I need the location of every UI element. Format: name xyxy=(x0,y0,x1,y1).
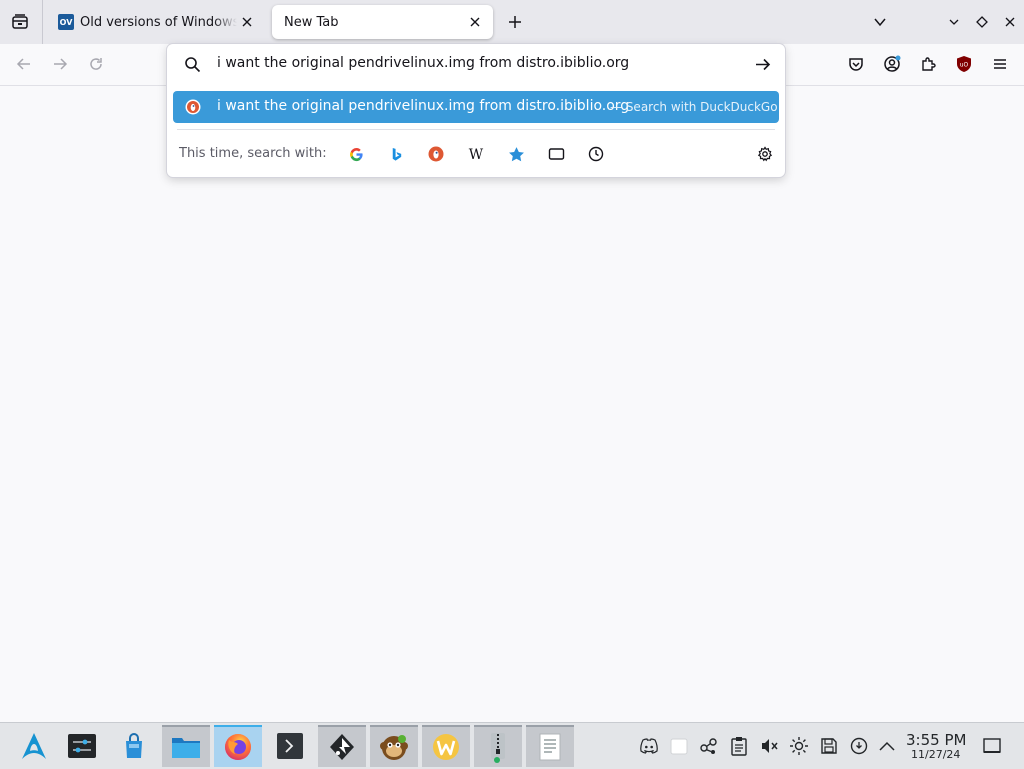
tray-clipboard[interactable] xyxy=(728,735,750,757)
taskbar-file-manager[interactable] xyxy=(162,725,210,767)
pocket-icon xyxy=(848,56,864,72)
plus-icon xyxy=(508,15,522,29)
taskbar-inkscape[interactable] xyxy=(318,725,366,767)
tray-expand-icon xyxy=(878,740,896,752)
maximize-diamond-icon xyxy=(976,16,988,28)
storage-icon xyxy=(820,737,838,755)
new-tab-button[interactable] xyxy=(500,6,530,38)
w-app-icon xyxy=(432,733,460,761)
taskbar-discover[interactable] xyxy=(110,725,158,767)
system-settings-icon xyxy=(67,733,97,759)
firefox-icon xyxy=(223,732,253,762)
tray-volume[interactable] xyxy=(758,735,780,757)
tab-strip: OV Old versions of Windows, Mac, Linux N… xyxy=(0,0,1024,44)
clipboard-icon xyxy=(730,736,748,756)
tab-title: New Tab xyxy=(284,14,339,30)
archive-manager-icon xyxy=(485,731,511,763)
minimize-button[interactable] xyxy=(940,6,968,38)
taskbar-w-app[interactable] xyxy=(422,725,470,767)
ublock-origin-button[interactable]: uO xyxy=(948,48,980,80)
close-tab-icon[interactable] xyxy=(237,12,257,32)
reload-icon xyxy=(88,56,104,72)
address-bar[interactable]: i want the original pendrivelinux.img fr… xyxy=(167,44,785,86)
taskbar-text-editor[interactable] xyxy=(526,725,574,767)
forward-arrow-icon xyxy=(52,56,68,72)
maximize-button[interactable] xyxy=(968,6,996,38)
svg-text:uO: uO xyxy=(960,62,969,69)
page-content xyxy=(0,86,1024,722)
taskbar-archive-manager[interactable] xyxy=(474,725,522,767)
tray-storage[interactable] xyxy=(818,735,840,757)
tray-network[interactable] xyxy=(698,735,720,757)
inkscape-icon xyxy=(327,732,357,762)
discover-store-icon xyxy=(120,732,148,760)
brightness-icon xyxy=(789,736,809,756)
volume-muted-icon xyxy=(759,736,779,756)
text-editor-icon xyxy=(538,733,562,761)
ov-favicon-icon: OV xyxy=(58,14,74,30)
file-manager-icon xyxy=(171,734,201,760)
pocket-button[interactable] xyxy=(840,48,872,80)
monkey-app-icon xyxy=(378,731,410,763)
taskbar xyxy=(0,722,1024,769)
tray-discord[interactable] xyxy=(638,735,660,757)
taskbar-firefox[interactable] xyxy=(214,725,262,767)
account-button[interactable] xyxy=(876,48,908,80)
menu-icon xyxy=(992,56,1008,72)
close-window-button[interactable] xyxy=(996,6,1024,38)
firefox-view-button[interactable] xyxy=(4,6,36,38)
go-arrow-icon[interactable] xyxy=(754,56,771,73)
taskbar-system-settings[interactable] xyxy=(58,725,106,767)
search-icon xyxy=(184,56,201,73)
show-desktop-button[interactable] xyxy=(981,735,1003,757)
tab-strip-divider xyxy=(42,0,43,44)
clock-time[interactable]: 3:55 PM xyxy=(906,731,966,749)
back-arrow-icon xyxy=(16,56,32,72)
tray-brightness[interactable] xyxy=(788,735,810,757)
application-launcher[interactable] xyxy=(10,725,58,767)
extensions-icon xyxy=(920,56,936,72)
clipboard-blank-icon xyxy=(669,736,689,756)
tray-clipboard-blank[interactable] xyxy=(668,735,690,757)
list-all-tabs-button[interactable] xyxy=(866,6,894,38)
arch-launcher-icon xyxy=(19,731,49,761)
terminal-icon xyxy=(276,732,304,760)
tab-new-tab[interactable]: New Tab xyxy=(272,5,493,39)
firefox-view-icon xyxy=(11,13,29,31)
back-button[interactable] xyxy=(8,48,40,80)
show-desktop-icon xyxy=(982,737,1002,755)
forward-button[interactable] xyxy=(44,48,76,80)
tab-title: Old versions of Windows, Mac, Linux xyxy=(80,14,237,30)
chevron-down-icon xyxy=(873,15,887,29)
clock-date[interactable]: 11/27/24 xyxy=(911,748,960,761)
ublock-origin-icon: uO xyxy=(955,55,973,73)
tab-old-versions[interactable]: OV Old versions of Windows, Mac, Linux xyxy=(50,5,265,39)
extensions-button[interactable] xyxy=(912,48,944,80)
taskbar-terminal[interactable] xyxy=(266,725,314,767)
discord-icon xyxy=(639,738,659,754)
tray-expand[interactable] xyxy=(876,735,898,757)
update-icon xyxy=(850,737,868,755)
minimize-chevron-icon xyxy=(948,16,960,28)
app-menu-button[interactable] xyxy=(984,48,1016,80)
address-bar-input[interactable]: i want the original pendrivelinux.img fr… xyxy=(217,55,629,71)
taskbar-monkey-app[interactable] xyxy=(370,725,418,767)
close-tab-icon[interactable] xyxy=(465,12,485,32)
close-icon xyxy=(1004,16,1016,28)
account-icon xyxy=(883,55,901,73)
reload-button[interactable] xyxy=(80,48,112,80)
tray-updates[interactable] xyxy=(848,735,870,757)
network-icon xyxy=(699,736,719,756)
